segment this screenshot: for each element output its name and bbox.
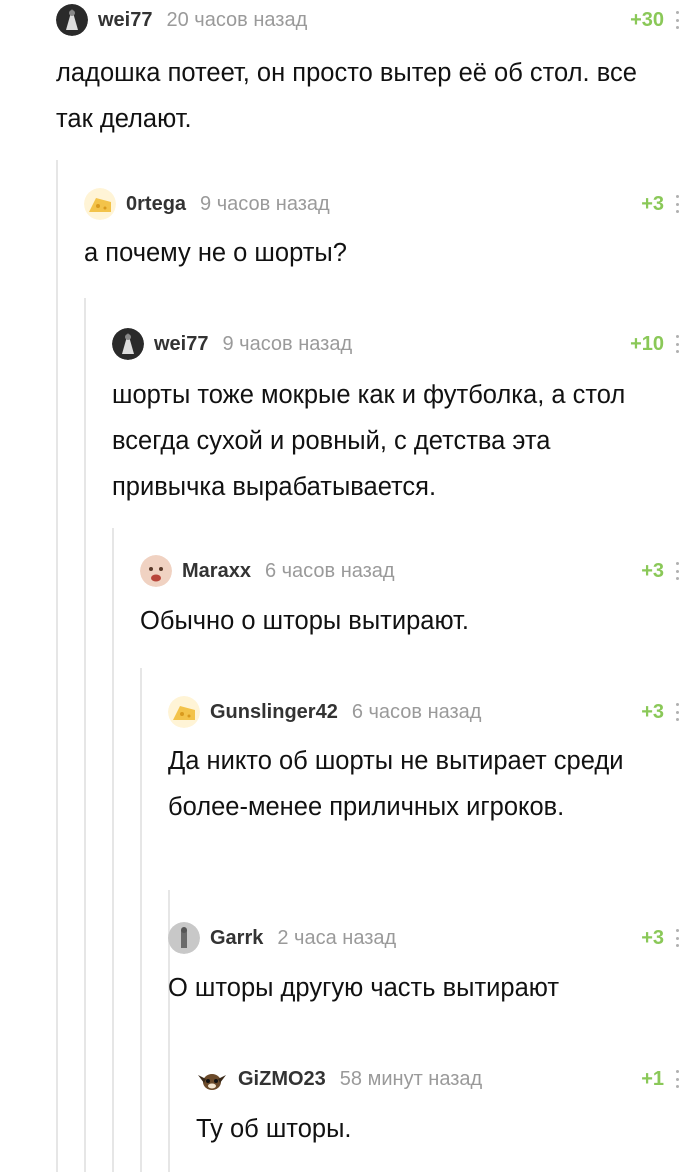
comment-text: О шторы другую часть вытирают bbox=[168, 974, 560, 1002]
gizmo-avatar[interactable] bbox=[196, 1063, 228, 1095]
more-icon[interactable] bbox=[672, 195, 682, 213]
more-icon[interactable] bbox=[672, 562, 682, 580]
timestamp[interactable]: 6 часов назад bbox=[352, 701, 482, 724]
more-icon[interactable] bbox=[672, 929, 682, 947]
comment-text: Да никто об шорты не вытирает среди боле… bbox=[168, 747, 624, 821]
timestamp[interactable]: 58 минут назад bbox=[340, 1068, 482, 1091]
cheese-avatar[interactable] bbox=[84, 188, 116, 220]
timestamp[interactable]: 2 часа назад bbox=[277, 927, 396, 950]
baby-face-avatar[interactable] bbox=[140, 555, 172, 587]
comment-text: шорты тоже мокрые как и футболка, а стол… bbox=[112, 381, 626, 501]
timestamp[interactable]: 9 часов назад bbox=[200, 193, 330, 216]
rating: +3 bbox=[641, 559, 664, 582]
timestamp[interactable]: 20 часов назад bbox=[166, 9, 307, 32]
rating: +3 bbox=[641, 700, 664, 723]
rating: +30 bbox=[630, 8, 664, 31]
more-icon[interactable] bbox=[672, 703, 682, 721]
thread-line bbox=[84, 298, 86, 1172]
thread-line bbox=[112, 528, 114, 1172]
username[interactable]: 0rtega bbox=[126, 193, 186, 216]
gray-figure-avatar[interactable] bbox=[168, 922, 200, 954]
username[interactable]: GiZMO23 bbox=[238, 1068, 326, 1091]
comment-text: Обычно о шторы вытирают. bbox=[140, 607, 469, 635]
username[interactable]: wei77 bbox=[154, 333, 208, 356]
timestamp[interactable]: 6 часов назад bbox=[265, 560, 395, 583]
username[interactable]: Gunslinger42 bbox=[210, 701, 338, 724]
thread-line bbox=[140, 668, 142, 1172]
rating: +3 bbox=[641, 192, 664, 215]
rating: +3 bbox=[641, 926, 664, 949]
timestamp[interactable]: 9 часов назад bbox=[222, 333, 352, 356]
username[interactable]: wei77 bbox=[98, 9, 152, 32]
rating: +10 bbox=[630, 332, 664, 355]
comment-text: ладошка потеет, он просто вытер её об ст… bbox=[56, 59, 637, 133]
username[interactable]: Maraxx bbox=[182, 560, 251, 583]
rating: +1 bbox=[641, 1067, 664, 1090]
dark-figure-avatar[interactable] bbox=[112, 328, 144, 360]
comment-text: Ту об шторы. bbox=[196, 1115, 352, 1143]
thread-line bbox=[56, 160, 58, 1172]
more-icon[interactable] bbox=[672, 11, 682, 29]
more-icon[interactable] bbox=[672, 335, 682, 353]
dark-figure-avatar[interactable] bbox=[56, 4, 88, 36]
username[interactable]: Garrk bbox=[210, 927, 263, 950]
comment-text: а почему не о шорты? bbox=[84, 239, 347, 267]
more-icon[interactable] bbox=[672, 1070, 682, 1088]
cheese-avatar[interactable] bbox=[168, 696, 200, 728]
